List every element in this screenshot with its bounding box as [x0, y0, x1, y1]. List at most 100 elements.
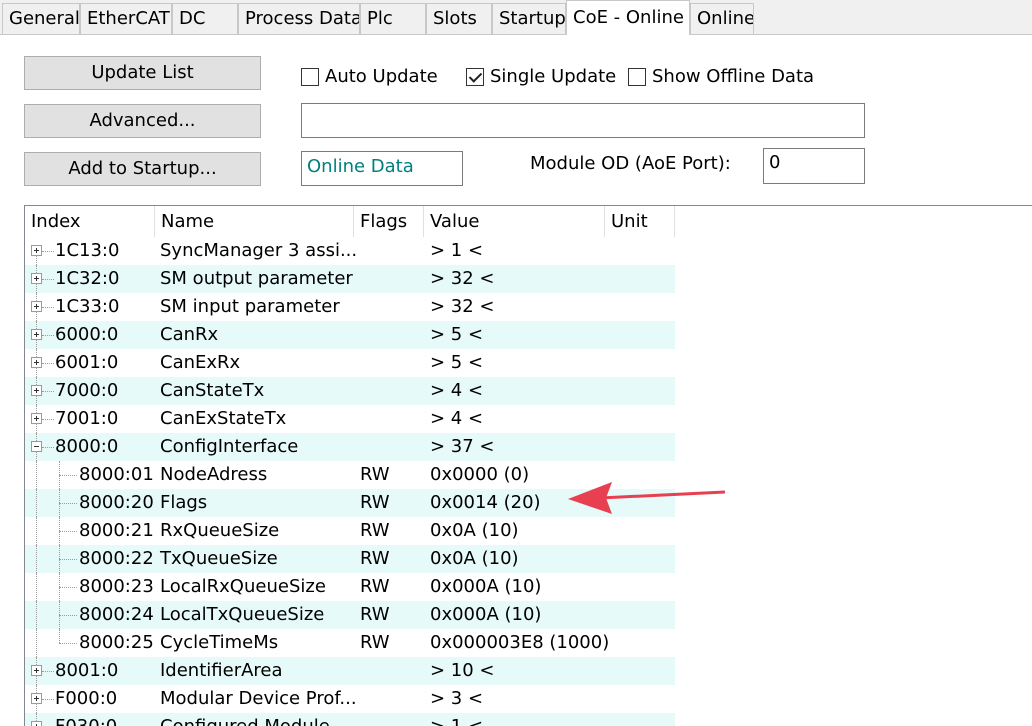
expand-icon[interactable]	[31, 357, 42, 368]
column-header-value[interactable]: Value	[424, 206, 605, 237]
expand-icon[interactable]	[31, 301, 42, 312]
auto-update-checkbox-box[interactable]	[301, 68, 319, 86]
expand-icon[interactable]	[31, 693, 42, 704]
cell-flags: RW	[360, 520, 390, 541]
table-row[interactable]: 1C33:0 SM input parameter > 32 <	[25, 293, 675, 321]
cell-value: > 5 <	[430, 324, 484, 345]
tree-line	[59, 503, 77, 504]
cell-value: > 4 <	[430, 380, 484, 401]
table-row[interactable]: 8000:22 TxQueueSize RW 0x0A (10)	[25, 545, 675, 573]
row-background	[25, 657, 675, 685]
tree-line	[36, 601, 37, 629]
cell-flags: RW	[360, 464, 390, 485]
expand-icon[interactable]	[31, 329, 42, 340]
cell-index: 8000:25	[79, 632, 154, 653]
cell-name: CanExStateTx	[160, 408, 287, 429]
table-row[interactable]: 1C13:0 SyncManager 3 assi... > 1 <	[25, 237, 675, 265]
tree-line	[42, 335, 54, 336]
tab-plc[interactable]: Plc	[360, 3, 426, 34]
cell-index: F030:0	[55, 713, 117, 726]
cell-value: 0x0A (10)	[430, 548, 519, 569]
online-data-indicator: Online Data	[301, 151, 463, 186]
cell-flags: RW	[360, 576, 390, 597]
cell-name: IdentifierArea	[160, 660, 283, 681]
auto-update-checkbox[interactable]: Auto Update	[301, 66, 438, 88]
tree-line	[36, 517, 37, 545]
table-row[interactable]: 6000:0 CanRx > 5 <	[25, 321, 675, 349]
add-to-startup-button[interactable]: Add to Startup...	[24, 152, 261, 186]
expand-icon[interactable]	[31, 721, 42, 726]
tab-online[interactable]: Online	[690, 3, 754, 34]
tree-line	[59, 629, 60, 643]
object-dictionary-list[interactable]: Index Name Flags Value Unit 1C13:0 SyncMa…	[24, 205, 1032, 726]
table-row[interactable]: 8000:25 CycleTimeMs RW 0x000003E8 (1000)	[25, 629, 675, 657]
cell-index: 8000:24	[79, 604, 154, 625]
tab-ethercat[interactable]: EtherCAT	[80, 3, 172, 34]
filter-input[interactable]	[301, 103, 865, 138]
cell-value: > 32 <	[430, 268, 495, 289]
tab-coe-online[interactable]: CoE - Online	[566, 0, 690, 35]
single-update-checkbox[interactable]: Single Update	[466, 66, 616, 88]
cell-value: > 37 <	[430, 436, 495, 457]
row-background	[25, 321, 675, 349]
cell-value: 0x0A (10)	[430, 520, 519, 541]
table-row[interactable]: 7001:0 CanExStateTx > 4 <	[25, 405, 675, 433]
cell-index: F000:0	[55, 688, 118, 709]
cell-name: CanRx	[160, 324, 219, 345]
cell-name: RxQueueSize	[160, 520, 280, 541]
cell-name: LocalTxQueueSize	[160, 604, 325, 625]
expand-icon[interactable]	[31, 245, 42, 256]
cell-name: Flags	[160, 492, 208, 513]
show-offline-data-checkbox-box[interactable]	[628, 68, 646, 86]
tab-process-data[interactable]: Process Data	[238, 3, 360, 34]
table-row[interactable]: 8000:23 LocalRxQueueSize RW 0x000A (10)	[25, 573, 675, 601]
cell-index: 6001:0	[55, 352, 119, 373]
cell-name: Configured Module ...	[160, 713, 353, 726]
cell-index: 7000:0	[55, 380, 119, 401]
cell-name: SyncManager 3 assi...	[160, 240, 358, 261]
tab-general[interactable]: General	[2, 3, 80, 34]
update-list-button[interactable]: Update List	[24, 56, 261, 90]
cell-flags: RW	[360, 604, 390, 625]
cell-value: 0x0000 (0)	[430, 464, 530, 485]
expand-icon[interactable]	[31, 385, 42, 396]
tab-dc[interactable]: DC	[172, 3, 238, 34]
tree-line	[59, 559, 77, 560]
cell-name: SM output parameter	[160, 268, 353, 289]
table-row[interactable]: F030:0 Configured Module ... > 1 <	[25, 713, 675, 726]
cell-index: 1C32:0	[55, 268, 120, 289]
collapse-icon[interactable]	[31, 441, 42, 452]
tree-line	[59, 643, 77, 644]
tree-line	[36, 545, 37, 573]
expand-icon[interactable]	[31, 273, 42, 284]
table-row[interactable]: 8000:24 LocalTxQueueSize RW 0x000A (10)	[25, 601, 675, 629]
tree-line	[36, 629, 37, 657]
tab-startup[interactable]: Startup	[492, 3, 566, 34]
single-update-checkbox-box[interactable]	[466, 68, 484, 86]
column-header-unit[interactable]: Unit	[605, 206, 675, 237]
cell-flags: RW	[360, 632, 390, 653]
table-row[interactable]: 8000:0 ConfigInterface > 37 <	[25, 433, 675, 461]
expand-icon[interactable]	[31, 413, 42, 424]
tree-line	[42, 671, 54, 672]
table-row[interactable]: 8001:0 IdentifierArea > 10 <	[25, 657, 675, 685]
table-row[interactable]: 6001:0 CanExRx > 5 <	[25, 349, 675, 377]
column-header-index[interactable]: Index	[25, 206, 155, 237]
cell-index: 1C13:0	[55, 240, 120, 261]
table-row[interactable]: 1C32:0 SM output parameter > 32 <	[25, 265, 675, 293]
column-header-flags[interactable]: Flags	[354, 206, 424, 237]
row-background	[25, 377, 675, 405]
column-header-row: Index Name Flags Value Unit	[25, 206, 1032, 237]
cell-index: 8000:20	[79, 492, 154, 513]
module-od-input[interactable]: 0	[763, 148, 865, 184]
advanced-button[interactable]: Advanced...	[24, 104, 261, 138]
cell-name: CanExRx	[160, 352, 241, 373]
column-header-name[interactable]: Name	[155, 206, 354, 237]
cell-index: 8001:0	[55, 660, 119, 681]
tab-slots[interactable]: Slots	[426, 3, 492, 34]
table-row[interactable]: F000:0 Modular Device Prof... > 3 <	[25, 685, 675, 713]
show-offline-data-checkbox[interactable]: Show Offline Data	[628, 66, 814, 88]
tree-line	[59, 531, 77, 532]
expand-icon[interactable]	[31, 665, 42, 676]
table-row[interactable]: 7000:0 CanStateTx > 4 <	[25, 377, 675, 405]
